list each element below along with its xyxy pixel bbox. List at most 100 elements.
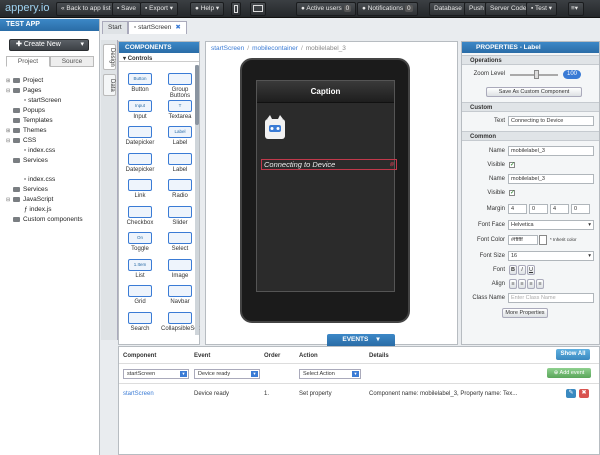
- notifications-button[interactable]: ● Notifications 0: [357, 2, 418, 16]
- tab-project[interactable]: Project: [6, 56, 50, 67]
- component-image[interactable]: Image: [161, 258, 199, 283]
- align-center-icon[interactable]: ≡: [518, 279, 526, 289]
- component-label: Button: [131, 87, 149, 93]
- event-select[interactable]: Device ready ▼: [194, 369, 260, 379]
- component-link[interactable]: Link: [121, 179, 159, 203]
- phone-screen[interactable]: Caption Connecting to Device ⊗: [256, 80, 397, 292]
- tree-css[interactable]: ⊟ CSS: [6, 137, 36, 145]
- close-icon[interactable]: ⊗: [389, 161, 394, 170]
- tree-pages[interactable]: ⊟ Pages: [6, 87, 41, 95]
- bold-button[interactable]: B: [509, 265, 517, 275]
- align-right-icon[interactable]: ≡: [527, 279, 535, 289]
- component-textarea[interactable]: T Textarea: [161, 99, 199, 124]
- font-color-input[interactable]: #ffffff: [508, 235, 538, 245]
- zoom-slider-handle[interactable]: [534, 70, 539, 79]
- component-input[interactable]: Input Input: [121, 99, 159, 124]
- controls-section[interactable]: ▾ Controls: [119, 53, 199, 62]
- tree-index-css[interactable]: ▫ index.css: [24, 147, 55, 155]
- tree-index-js[interactable]: ƒ index.js: [24, 206, 51, 214]
- active-users-button[interactable]: ● Active users 0: [296, 2, 357, 16]
- margin-top-input[interactable]: 4: [508, 204, 527, 214]
- font-face-select[interactable]: Helvetica ▾: [508, 220, 594, 230]
- tab-startscreen[interactable]: ▫ startScreen ✖: [128, 21, 187, 34]
- breadcrumb-item[interactable]: mobilecontainer: [252, 45, 298, 52]
- component-search[interactable]: Search: [121, 311, 159, 336]
- component-group-buttons[interactable]: Group Buttons: [161, 73, 199, 99]
- tab-source[interactable]: Source: [50, 56, 94, 67]
- component-select[interactable]: Select: [161, 232, 199, 256]
- component-checkbox[interactable]: Checkbox: [121, 205, 159, 230]
- component-button[interactable]: Button Button: [121, 73, 159, 97]
- tree-index-css-2[interactable]: ▫ index.css: [24, 176, 55, 184]
- components-scroll-thumb[interactable]: [195, 65, 199, 125]
- events-toggle[interactable]: EVENTS ▾: [327, 334, 395, 346]
- margin-bottom-input[interactable]: 4: [550, 204, 569, 214]
- component-select[interactable]: startScreen ▼: [123, 369, 189, 379]
- tree-services[interactable]: Services: [6, 157, 48, 165]
- name-input[interactable]: mobilelabel_3: [508, 146, 594, 156]
- more-properties-button[interactable]: More Properties: [502, 308, 548, 318]
- connecting-label[interactable]: Connecting to Device ⊗: [261, 159, 397, 170]
- margin-right-input[interactable]: 0: [529, 204, 548, 214]
- tab-start[interactable]: Start: [102, 21, 128, 34]
- tree-templates[interactable]: Templates: [6, 117, 53, 125]
- align-left-icon[interactable]: ≡: [509, 279, 517, 289]
- phone-view-icon[interactable]: [231, 2, 241, 16]
- section-custom[interactable]: Custom: [462, 102, 599, 112]
- tree-popups[interactable]: Popups: [6, 107, 45, 115]
- component-grid[interactable]: Grid: [121, 285, 159, 309]
- component-collapsibleset[interactable]: CollapsibleSet: [161, 311, 199, 336]
- color-swatch[interactable]: [539, 235, 547, 245]
- back-to-app-list-button[interactable]: « Back to app list: [56, 2, 116, 16]
- event-row-component[interactable]: startScreen: [123, 391, 154, 397]
- header-caption[interactable]: Caption: [257, 81, 394, 103]
- align-justify-icon[interactable]: ≡: [536, 279, 544, 289]
- tree-project[interactable]: ⊞ Project: [6, 77, 43, 85]
- italic-button[interactable]: I: [518, 265, 526, 275]
- tab-data[interactable]: Data: [103, 74, 116, 96]
- margin-left-input[interactable]: 0: [571, 204, 590, 214]
- section-operations[interactable]: Operations: [462, 55, 599, 65]
- test-button[interactable]: ▪ Test ▾: [526, 2, 557, 16]
- breadcrumb-item[interactable]: startScreen: [211, 45, 244, 52]
- component-datepicker-2[interactable]: Datepicker: [121, 152, 159, 177]
- visible-checkbox[interactable]: ✓: [509, 162, 515, 168]
- server-code-button[interactable]: Server Code: [485, 2, 532, 16]
- underline-button[interactable]: U: [527, 265, 535, 275]
- tree-themes[interactable]: ⊞ Themes: [6, 127, 46, 135]
- export-button[interactable]: ▪ Export ▾: [140, 2, 178, 16]
- help-button[interactable]: ● Help ▾: [190, 2, 225, 16]
- component-toggle[interactable]: On Toggle: [121, 232, 159, 256]
- component-slider[interactable]: Slider: [161, 205, 199, 230]
- action-select[interactable]: Select Action ▼: [299, 369, 361, 379]
- component-label-2[interactable]: Label: [161, 152, 199, 177]
- delete-event-icon[interactable]: ✖: [579, 389, 589, 398]
- class-name-input[interactable]: Enter Class Name: [508, 293, 594, 303]
- text-input[interactable]: Connecting to Device: [508, 116, 594, 126]
- component-navbar[interactable]: Navbar: [161, 285, 199, 309]
- section-common[interactable]: Common: [462, 131, 599, 141]
- save-custom-component-button[interactable]: Save As Custom Component: [486, 87, 582, 97]
- show-all-button[interactable]: Show All: [556, 349, 590, 360]
- font-size-select[interactable]: 16 ▾: [508, 251, 594, 261]
- component-list[interactable]: 1.Item List: [121, 258, 159, 283]
- database-button[interactable]: Database: [429, 2, 467, 16]
- tree-javascript[interactable]: ⊟ JavaScript: [6, 196, 53, 204]
- menu-icon[interactable]: ≡▾: [568, 2, 584, 16]
- tree-services-2[interactable]: Services: [6, 186, 48, 194]
- tab-design[interactable]: Design: [103, 44, 116, 70]
- name-input-2[interactable]: mobilelabel_3: [508, 174, 594, 184]
- save-button[interactable]: ▪ Save: [112, 2, 141, 16]
- visible-checkbox-2[interactable]: ✓: [509, 190, 515, 196]
- edit-event-icon[interactable]: ✎: [566, 389, 576, 398]
- create-new-button[interactable]: ✚ Create New ▾: [9, 39, 89, 51]
- component-label[interactable]: Label Label: [161, 126, 199, 150]
- tablet-view-icon[interactable]: [250, 2, 266, 16]
- app-logo-robot-icon[interactable]: [263, 115, 287, 141]
- component-radio[interactable]: Radio: [161, 179, 199, 203]
- component-datepicker[interactable]: Datepicker: [121, 126, 159, 150]
- tree-startscreen[interactable]: ▫ startScreen: [24, 97, 61, 105]
- add-event-button[interactable]: ⊕ Add event: [547, 368, 591, 378]
- tree-custom-components[interactable]: Custom components: [6, 216, 83, 224]
- close-icon[interactable]: ✖: [175, 24, 180, 31]
